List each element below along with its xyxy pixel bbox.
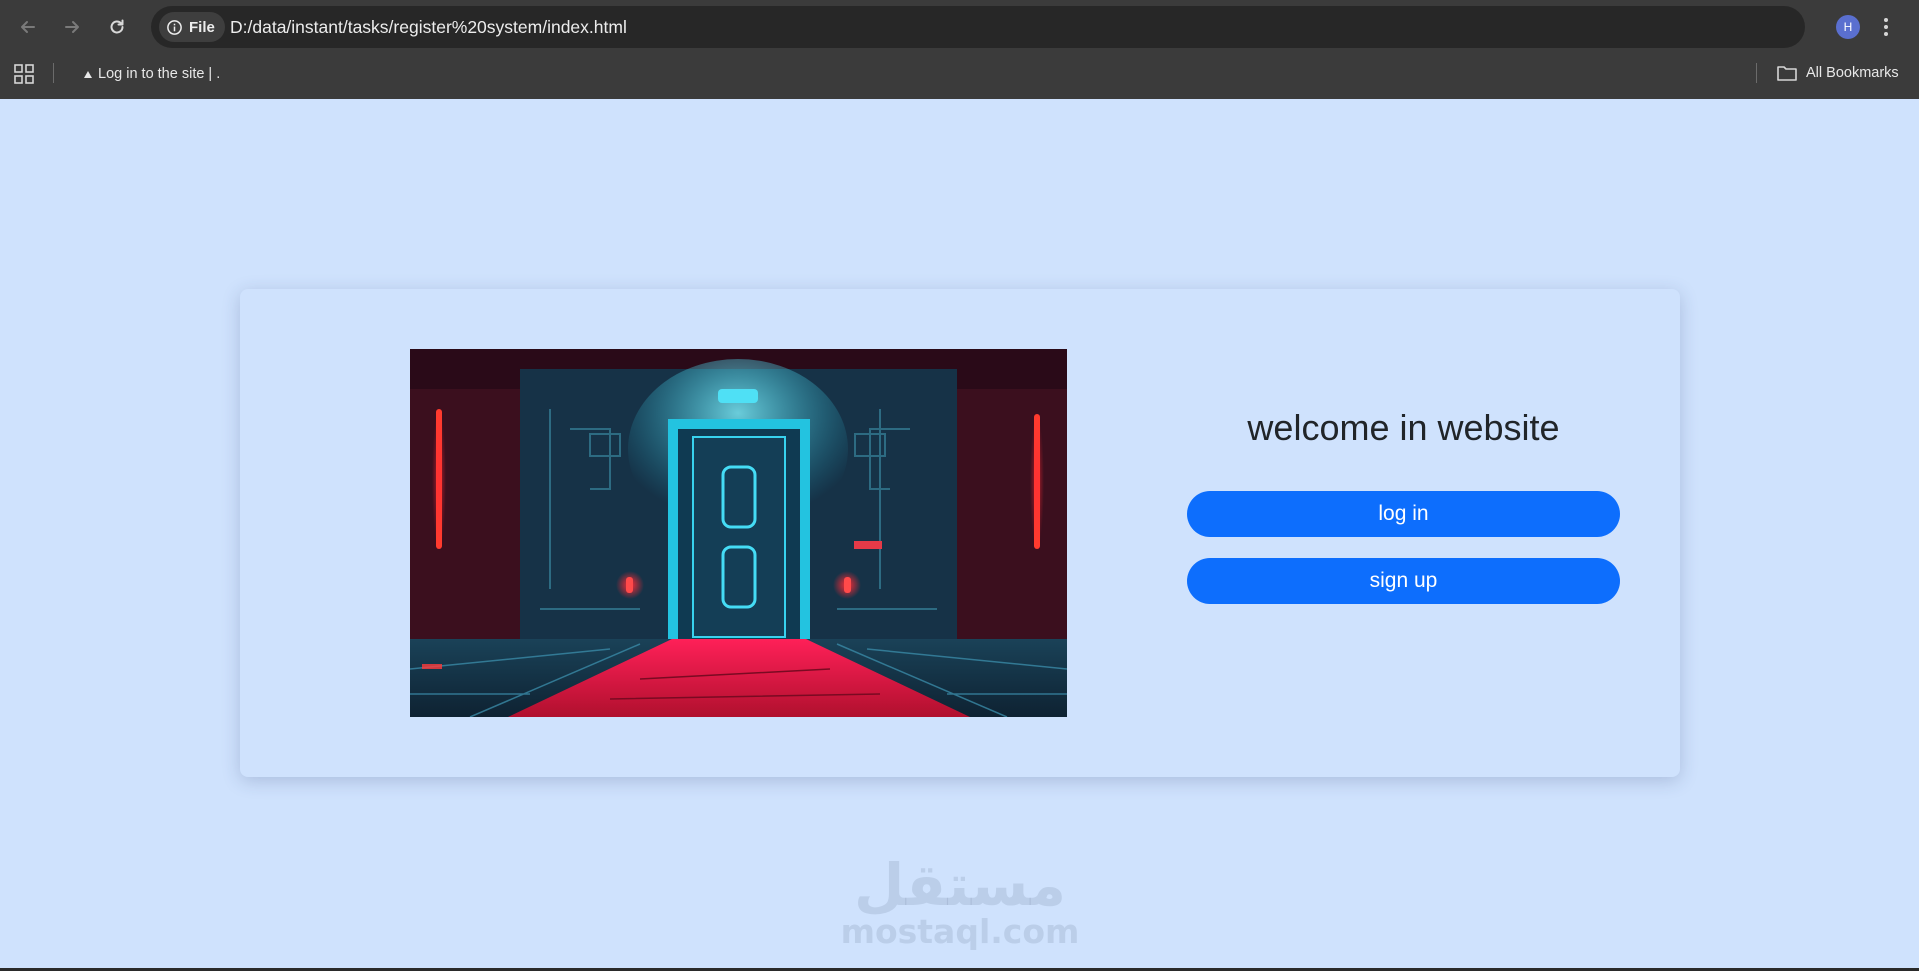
bookmark-favicon-icon <box>84 70 92 78</box>
watermark-logo: مستقل mostaql.com <box>840 855 1080 955</box>
bookmarks-divider <box>1756 63 1757 83</box>
menu-dot <box>1884 25 1888 29</box>
info-icon <box>167 19 182 35</box>
all-bookmarks-label: All Bookmarks <box>1806 65 1899 81</box>
browser-menu-button[interactable] <box>1878 13 1894 41</box>
address-bar[interactable]: File D:/data/instant/tasks/register%20sy… <box>151 6 1805 48</box>
apps-grid-icon[interactable] <box>14 64 34 84</box>
hero-image <box>410 349 1067 717</box>
site-info-chip[interactable]: File <box>159 12 225 42</box>
login-button[interactable]: log in <box>1187 491 1620 537</box>
forward-arrow-icon <box>65 21 79 33</box>
reload-button[interactable] <box>101 11 133 43</box>
forward-button[interactable] <box>56 11 88 43</box>
bookmarks-divider <box>53 63 54 83</box>
back-button[interactable] <box>12 11 44 43</box>
watermark-latin-text: mostaql.com <box>840 912 1080 951</box>
futuristic-door-illustration <box>410 349 1067 717</box>
reload-icon <box>110 19 124 34</box>
back-arrow-icon <box>21 21 35 33</box>
browser-toolbar: File D:/data/instant/tasks/register%20sy… <box>0 0 1919 54</box>
bookmark-item[interactable]: Log in to the site | . <box>84 64 220 84</box>
url-text[interactable]: D:/data/instant/tasks/register%20system/… <box>230 17 627 38</box>
bookmark-item-label: Log in to the site | . <box>98 66 221 82</box>
menu-dot <box>1884 32 1888 36</box>
all-bookmarks-button[interactable]: All Bookmarks <box>1776 62 1899 84</box>
site-chip-label: File <box>189 18 215 36</box>
page-heading: welcome in website <box>1247 407 1560 448</box>
signup-button[interactable]: sign up <box>1187 558 1620 604</box>
profile-avatar[interactable]: H <box>1836 15 1860 39</box>
folder-icon <box>1777 66 1797 81</box>
menu-dot <box>1884 18 1888 22</box>
bookmarks-bar <box>0 54 1919 99</box>
watermark-arabic-text: مستقل <box>853 851 1067 919</box>
